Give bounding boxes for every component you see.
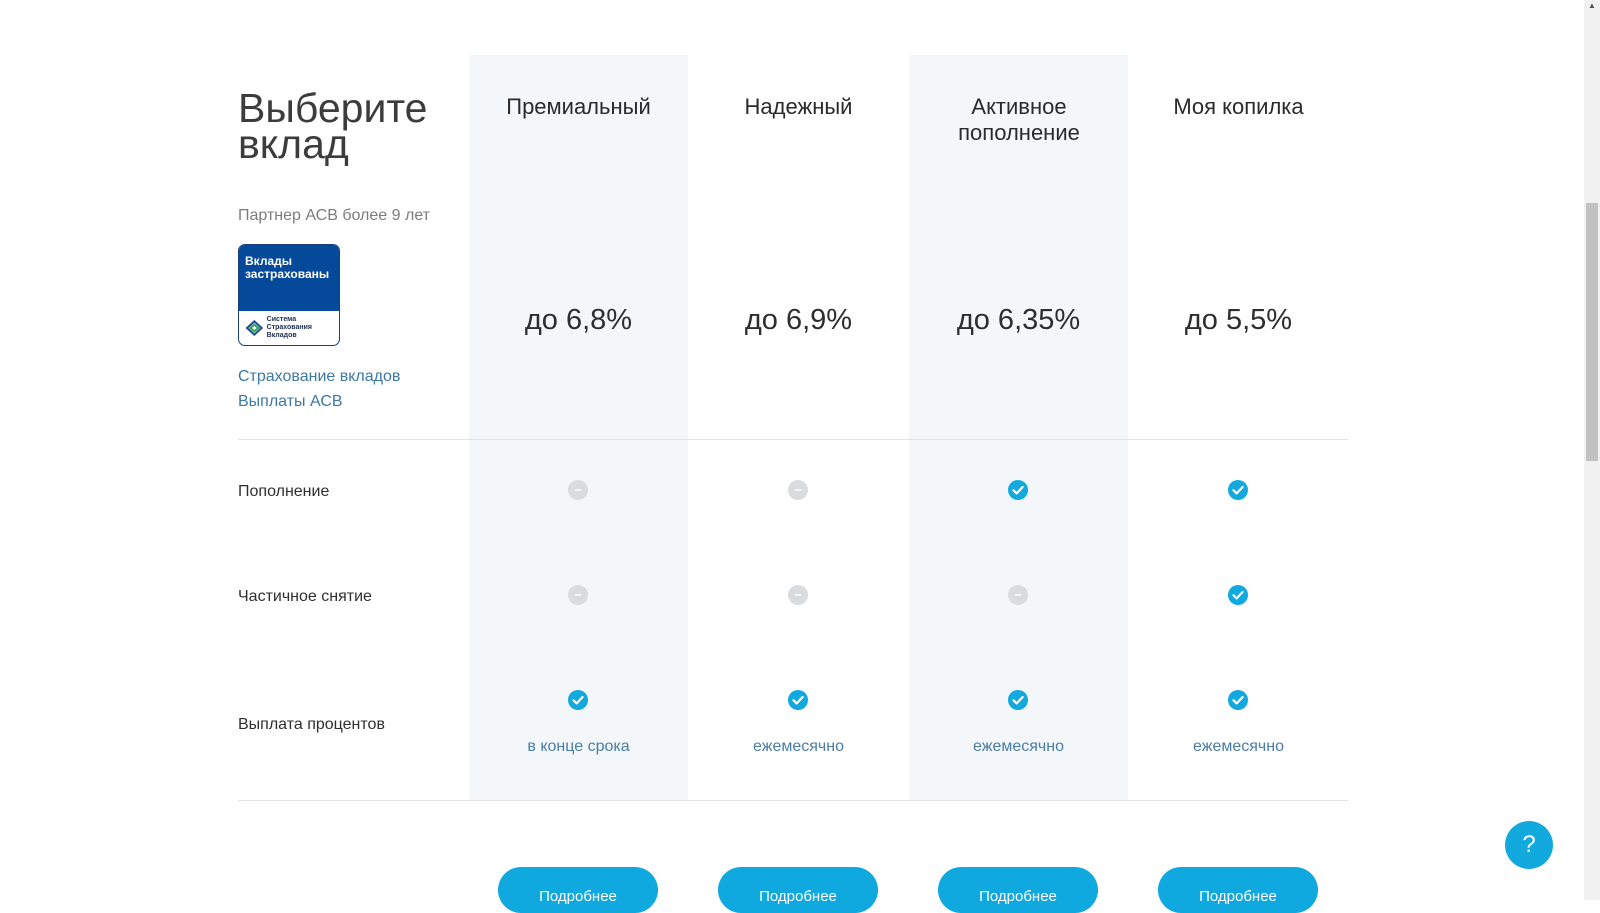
check-circle-icon	[1228, 480, 1248, 500]
badge-title: Вклады застрахованы	[239, 245, 339, 311]
question-icon: ?	[1522, 831, 1536, 858]
details-button-piggybank[interactable]: Подробнее	[1158, 867, 1318, 913]
details-button-reliable[interactable]: Подробнее	[718, 867, 878, 913]
rate-active: до 6,35%	[956, 304, 1081, 336]
payout-premium: в конце срока	[527, 738, 630, 755]
details-button-active[interactable]: Подробнее	[938, 867, 1098, 913]
row-label-withdraw: Частичное снятие	[238, 588, 372, 605]
column-shade-active	[909, 55, 1128, 800]
badge-org: Система Страхования Вкладов	[266, 316, 313, 339]
page-title: Выберите вклад	[238, 85, 428, 167]
row-label-replenish: Пополнение	[238, 483, 330, 500]
scroll-up-arrow-icon[interactable]: ▲	[1586, 0, 1598, 12]
rate-premium: до 6,8%	[524, 304, 633, 336]
dash-circle-icon	[788, 480, 808, 500]
rate-piggybank: до 5,5%	[1184, 304, 1293, 336]
column-title-active: Активное пополнение	[958, 94, 1080, 145]
rate-reliable: до 6,9%	[744, 304, 853, 336]
divider-top	[238, 439, 1348, 440]
dash-circle-icon	[568, 585, 588, 605]
help-button[interactable]: ?	[1505, 821, 1553, 869]
payouts-link[interactable]: Выплаты АСВ	[238, 393, 343, 411]
check-circle-icon	[788, 690, 808, 710]
scrollbar-thumb[interactable]	[1586, 203, 1598, 461]
payout-reliable: ежемесячно	[753, 738, 844, 755]
partner-text: Партнер АСВ более 9 лет	[238, 207, 431, 224]
payout-piggybank: ежемесячно	[1193, 738, 1284, 755]
scrollbar[interactable]: ▲	[1584, 0, 1600, 900]
check-circle-icon	[1228, 690, 1248, 710]
dia-logo-icon	[245, 319, 264, 337]
column-title-piggybank: Моя копилка	[1173, 94, 1304, 119]
divider-bottom	[238, 800, 1348, 801]
dash-circle-icon	[788, 585, 808, 605]
check-circle-icon	[1008, 690, 1028, 710]
column-title-reliable: Надежный	[744, 94, 853, 119]
check-circle-icon	[1228, 585, 1248, 605]
payout-active: ежемесячно	[973, 738, 1064, 755]
check-circle-icon	[1008, 480, 1028, 500]
deposit-insurance-badge: Вклады застрахованы Система Страхования …	[238, 244, 340, 346]
column-shade-premium	[469, 55, 688, 800]
badge-footer: Система Страхования Вкладов	[239, 311, 339, 345]
dash-circle-icon	[568, 480, 588, 500]
check-circle-icon	[568, 690, 588, 710]
column-title-premium: Премиальный	[506, 94, 651, 119]
dash-circle-icon	[1008, 585, 1028, 605]
insurance-link[interactable]: Страхование вкладов	[238, 368, 400, 386]
details-button-premium[interactable]: Подробнее	[498, 867, 658, 913]
row-label-interest: Выплата процентов	[238, 716, 385, 733]
